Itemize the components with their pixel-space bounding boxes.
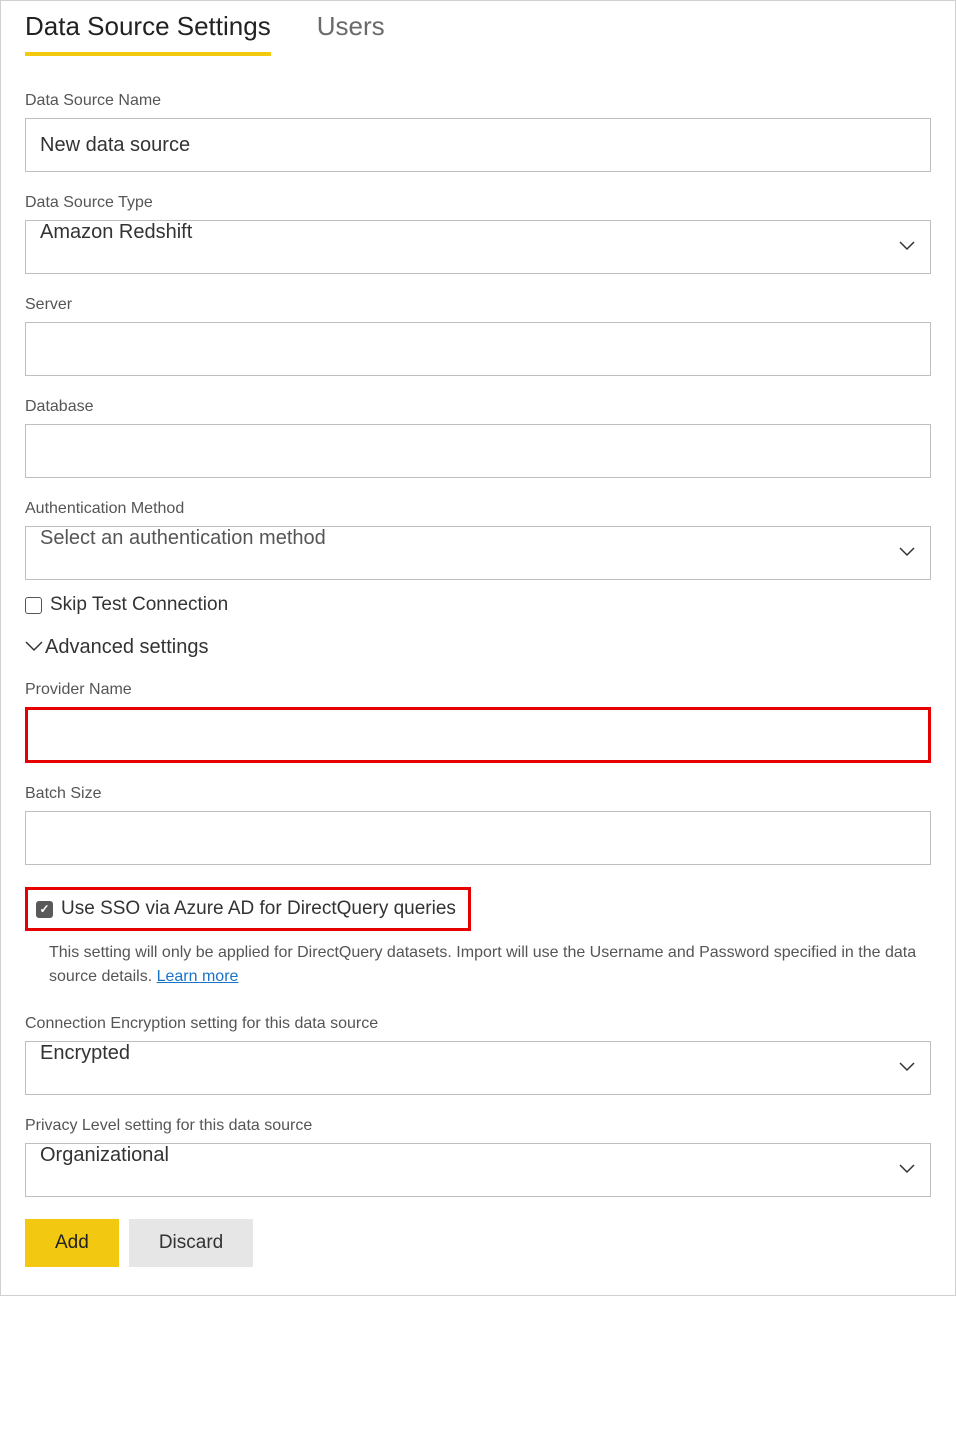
encryption-label: Connection Encryption setting for this d… bbox=[25, 1015, 931, 1033]
data-source-name-label: Data Source Name bbox=[25, 92, 931, 110]
tab-data-source-settings[interactable]: Data Source Settings bbox=[25, 11, 271, 56]
learn-more-link[interactable]: Learn more bbox=[157, 968, 239, 985]
sso-highlight: Use SSO via Azure AD for DirectQuery que… bbox=[25, 887, 471, 931]
sso-label: Use SSO via Azure AD for DirectQuery que… bbox=[61, 898, 456, 920]
batch-size-input[interactable] bbox=[25, 811, 931, 865]
data-source-type-select[interactable]: Amazon Redshift bbox=[25, 220, 931, 274]
auth-method-select[interactable]: Select an authentication method bbox=[25, 526, 931, 580]
auth-method-label: Authentication Method bbox=[25, 500, 931, 518]
sso-checkbox[interactable] bbox=[36, 901, 53, 918]
batch-size-label: Batch Size bbox=[25, 785, 931, 803]
skip-test-label: Skip Test Connection bbox=[50, 594, 228, 616]
database-input[interactable] bbox=[25, 424, 931, 478]
data-source-name-input[interactable] bbox=[25, 118, 931, 172]
skip-test-checkbox[interactable] bbox=[25, 597, 42, 614]
server-input[interactable] bbox=[25, 322, 931, 376]
provider-name-highlight bbox=[25, 707, 931, 763]
database-label: Database bbox=[25, 398, 931, 416]
data-source-type-label: Data Source Type bbox=[25, 194, 931, 212]
provider-name-label: Provider Name bbox=[25, 681, 931, 699]
encryption-select[interactable]: Encrypted bbox=[25, 1041, 931, 1095]
chevron-down-icon bbox=[25, 639, 43, 657]
tab-users[interactable]: Users bbox=[317, 11, 385, 56]
add-button[interactable]: Add bbox=[25, 1219, 119, 1267]
server-label: Server bbox=[25, 296, 931, 314]
privacy-select[interactable]: Organizational bbox=[25, 1143, 931, 1197]
sso-help-text: This setting will only be applied for Di… bbox=[49, 941, 931, 989]
tabs-header: Data Source Settings Users bbox=[25, 1, 931, 56]
advanced-settings-label: Advanced settings bbox=[45, 636, 208, 659]
provider-name-input[interactable] bbox=[30, 712, 926, 758]
advanced-settings-toggle[interactable]: Advanced settings bbox=[25, 636, 931, 659]
discard-button[interactable]: Discard bbox=[129, 1219, 253, 1267]
privacy-label: Privacy Level setting for this data sour… bbox=[25, 1117, 931, 1135]
